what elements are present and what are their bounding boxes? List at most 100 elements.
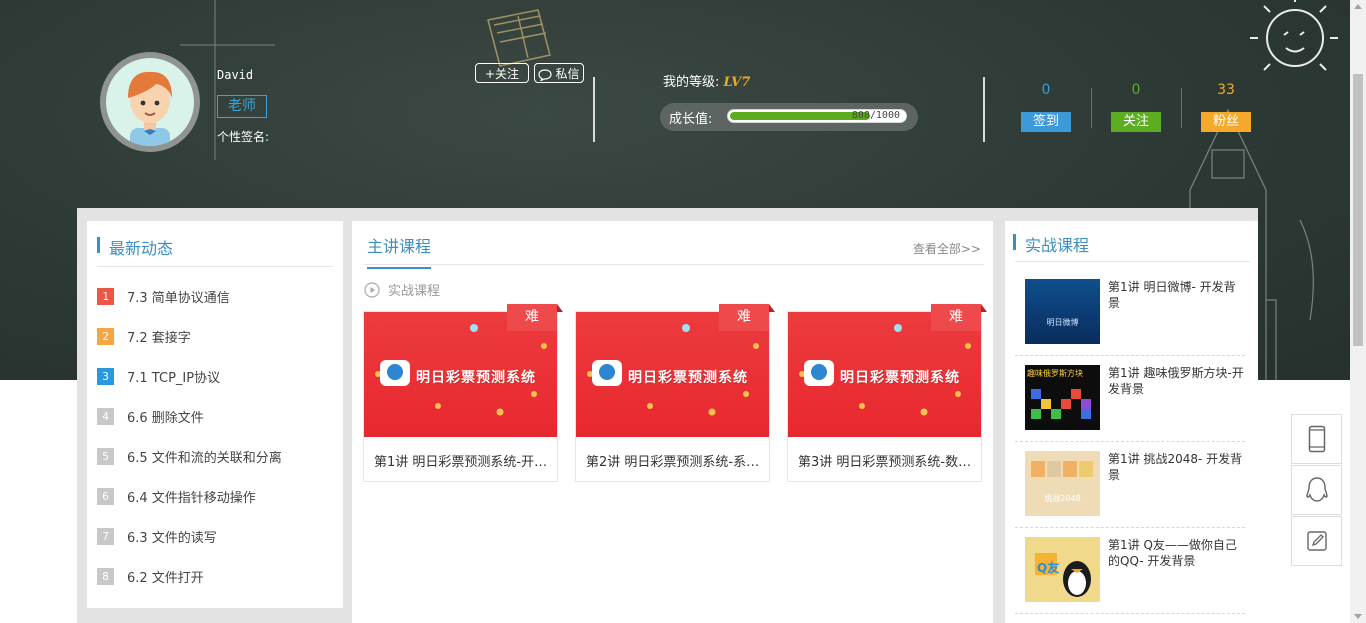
divider: [97, 266, 333, 267]
checkin-button[interactable]: 签到: [1021, 112, 1071, 132]
mobile-app-button[interactable]: [1291, 414, 1342, 464]
role-badge: 老师: [217, 95, 267, 118]
news-item-label: 7.2 套接字: [127, 330, 191, 346]
practice-thumbnail: 趣味俄罗斯方块: [1025, 365, 1100, 430]
practice-item-title: 第1讲 Q友——做你自己的QQ- 开发背景: [1108, 538, 1237, 568]
growth-box: 成长值: 808/1000: [660, 103, 918, 131]
practice-item[interactable]: Q友 第1讲 Q友——做你自己的QQ- 开发背景: [1015, 527, 1245, 614]
news-item-label: 7.1 TCP_IP协议: [127, 370, 221, 386]
difficulty-badge: 难: [719, 304, 775, 331]
divider: [1015, 261, 1250, 262]
practice-item-title: 第1讲 挑战2048- 开发背景: [1108, 452, 1243, 482]
news-item[interactable]: 2 7.2 套接字: [97, 316, 282, 356]
course-card[interactable]: 明日彩票预测系统 难 第3讲 明日彩票预测系统-数据库设计: [787, 304, 987, 482]
news-item-label: 6.2 文件打开: [127, 570, 204, 586]
news-item[interactable]: 5 6.5 文件和流的关联和分离: [97, 436, 282, 476]
message-button[interactable]: 私信: [534, 63, 584, 83]
title-accent: [97, 237, 100, 253]
phone-icon: [1308, 425, 1325, 453]
qq-icon: [1305, 477, 1328, 502]
course-title: 第3讲 明日彩票预测系统-数据库设计: [798, 455, 976, 470]
practice-thumbnail: 挑战2048: [1025, 451, 1100, 516]
news-item[interactable]: 6 6.4 文件指针移动操作: [97, 476, 282, 516]
news-item-label: 6.3 文件的读写: [127, 530, 217, 546]
level-row: 我的等级: LV7: [663, 71, 750, 90]
message-button-label: 私信: [555, 67, 580, 81]
following-button[interactable]: 关注: [1111, 112, 1161, 132]
news-panel: 最新动态 1 7.3 简单协议通信 2 7.2 套接字 3 7.1 TCP_IP协议 …: [87, 221, 343, 608]
practice-thumb-text: 明日微博: [1046, 318, 1079, 327]
news-item[interactable]: 1 7.3 简单协议通信: [97, 276, 282, 316]
news-item[interactable]: 4 6.6 删除文件: [97, 396, 282, 436]
practice-item[interactable]: 挑战2048 第1讲 挑战2048- 开发背景: [1015, 441, 1245, 528]
divider: [593, 77, 595, 142]
level-label: 我的等级:: [663, 75, 720, 90]
scrollbar-thumb[interactable]: [1353, 74, 1363, 346]
following-stat: 0 关注: [1111, 80, 1161, 132]
growth-progress-bar: 808/1000: [727, 109, 907, 123]
practice-item[interactable]: 明日微博 第1讲 明日微博- 开发背景: [1015, 269, 1245, 356]
chat-bubble-icon: [538, 68, 553, 81]
checkin-stat: 0 签到: [1021, 80, 1071, 132]
rank-badge: 5: [97, 447, 114, 465]
level-value: LV7: [723, 75, 751, 90]
main-courses-panel: 主讲课程 查看全部>> 实战课程 明日彩票预测系统 难 第1讲 明日彩票预测系统: [352, 221, 993, 623]
practice-thumbnail: 明日微博: [1025, 279, 1100, 344]
scroll-up-icon[interactable]: [1354, 4, 1362, 9]
stat-divider: [1091, 88, 1092, 128]
difficulty-badge: 难: [507, 304, 563, 331]
difficulty-badge: 难: [931, 304, 987, 331]
rank-badge: 7: [97, 527, 114, 545]
rank-badge: 6: [97, 487, 114, 505]
title-accent: [1013, 234, 1016, 250]
play-circle-icon: [364, 281, 380, 298]
rank-badge: 1: [97, 287, 114, 305]
news-item-label: 7.3 简单协议通信: [127, 290, 230, 306]
practice-thumb-text: 趣味俄罗斯方块: [1027, 369, 1083, 378]
qq-contact-button[interactable]: [1291, 465, 1342, 515]
news-title: 最新动态: [109, 239, 174, 258]
growth-label: 成长值:: [669, 112, 713, 127]
cartoon-avatar-icon: [128, 71, 172, 146]
checkin-count: 0: [1041, 82, 1051, 98]
course-card[interactable]: 明日彩票预测系统 难 第1讲 明日彩票预测系统-开发背景: [363, 304, 563, 482]
news-item-label: 6.6 删除文件: [127, 410, 204, 426]
tab-underline: [364, 264, 984, 265]
stat-divider: [1181, 88, 1182, 128]
practice-item-title: 第1讲 趣味俄罗斯方块-开发背景: [1108, 366, 1244, 396]
practice-item[interactable]: 趣味俄罗斯方块 第1讲 趣味俄罗斯方块-开发背景: [1015, 355, 1245, 442]
practice-panel: 实战课程 明日微博 第1讲 明日微博- 开发背景 趣味俄罗斯方块 第1讲 趣味俄…: [1005, 221, 1258, 623]
practice-item-title: 第1讲 明日微博- 开发背景: [1108, 280, 1236, 310]
signature-label: 个性签名:: [217, 130, 270, 144]
username: David: [217, 68, 254, 82]
fans-button[interactable]: 粉丝: [1201, 112, 1251, 132]
view-all-link[interactable]: 查看全部>>: [913, 240, 981, 257]
news-item-label: 6.5 文件和流的关联和分离: [127, 450, 282, 466]
scroll-down-icon[interactable]: [1354, 614, 1362, 619]
following-count: 0: [1131, 82, 1141, 98]
feedback-button[interactable]: [1291, 516, 1342, 566]
follow-button[interactable]: +关注: [475, 63, 529, 83]
course-thumb-text: 明日彩票预测系统: [840, 370, 960, 386]
course-card[interactable]: 明日彩票预测系统 难 第2讲 明日彩票预测系统-系统设计: [575, 304, 775, 482]
news-item-label: 6.4 文件指针移动操作: [127, 490, 256, 506]
growth-value: 808/1000: [851, 110, 900, 121]
game-2048-icon: [1031, 461, 1093, 477]
news-item[interactable]: 7 6.3 文件的读写: [97, 516, 282, 556]
practice-thumbnail: Q友: [1025, 537, 1100, 602]
practice-title: 实战课程: [1025, 236, 1090, 255]
sub-tab-practice[interactable]: 实战课程: [364, 280, 440, 299]
practice-thumb-text: 挑战2048: [1044, 494, 1081, 503]
course-title: 第2讲 明日彩票预测系统-系统设计: [586, 455, 764, 470]
avatar[interactable]: [100, 52, 200, 152]
growth-progress-fill: [730, 112, 870, 120]
content-area: 最新动态 1 7.3 简单协议通信 2 7.2 套接字 3 7.1 TCP_IP协议 …: [77, 208, 1258, 623]
rank-badge: 2: [97, 327, 114, 345]
fans-count: 33: [1217, 82, 1235, 98]
news-item[interactable]: 8 6.2 文件打开: [97, 556, 282, 596]
news-item[interactable]: 3 7.1 TCP_IP协议: [97, 356, 282, 396]
page-scrollbar[interactable]: [1350, 0, 1366, 623]
edit-icon: [1306, 531, 1327, 551]
rank-badge: 4: [97, 407, 114, 425]
rank-badge: 3: [97, 367, 114, 385]
